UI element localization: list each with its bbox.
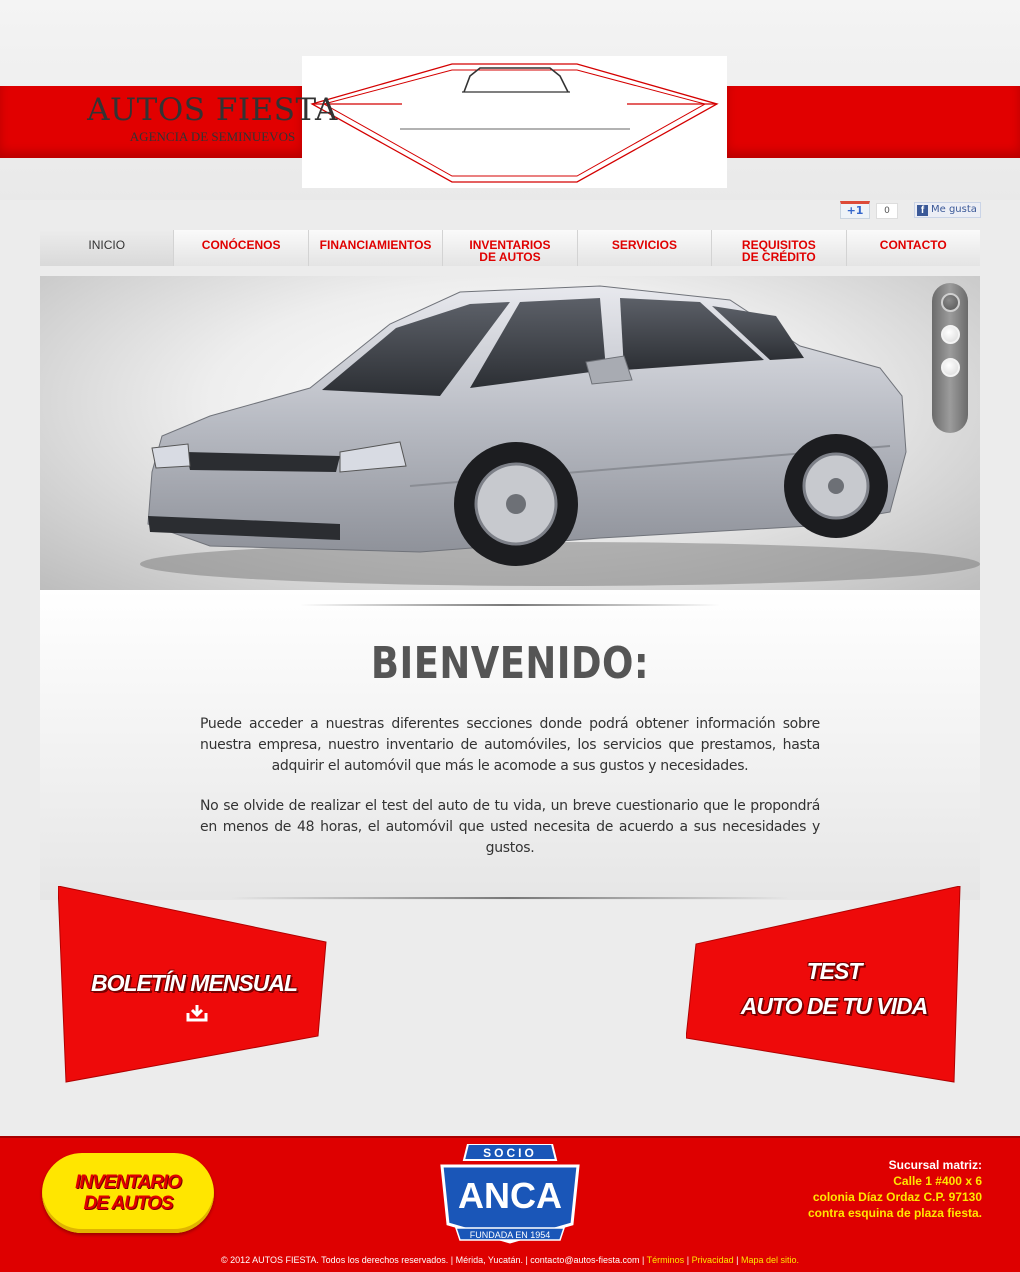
inventario-label-line1: INVENTARIO: [75, 1172, 182, 1193]
nav-item-inicio[interactable]: INICIO: [40, 230, 175, 266]
nav-item-label: INICIO: [88, 238, 126, 252]
slider-dot-3[interactable]: [941, 358, 960, 377]
boletin-mensual-button[interactable]: BOLETÍN MENSUAL: [58, 886, 330, 1084]
copyright-bar: © 2012 AUTOS FIESTA. Todos los derechos …: [221, 1255, 799, 1265]
address-block: Sucursal matriz: Calle 1 #400 x 6 coloni…: [808, 1157, 982, 1221]
inventario-de-autos-button[interactable]: INVENTARIO DE AUTOS: [42, 1153, 214, 1233]
header-red-band-right: [727, 86, 1020, 158]
link-terminos[interactable]: Términos: [647, 1255, 685, 1265]
address-line-2: colonia Díaz Ordaz C.P. 97130: [812, 1190, 982, 1204]
logo-subtitle: AGENCIA DE SEMINUEVOS: [129, 129, 296, 144]
nav-item-servicios[interactable]: SERVICIOS: [577, 230, 713, 266]
address-line-3: contra esquina de plaza fiesta.: [807, 1206, 982, 1220]
nav-item-label: CONÓCENOS: [201, 238, 281, 252]
car-image: [140, 285, 980, 586]
hero-slider: [40, 276, 980, 590]
slider-dot-2[interactable]: [941, 325, 960, 344]
welcome-paragraph-1: Puede acceder a nuestras diferentes secc…: [200, 716, 820, 774]
download-icon: [186, 1005, 208, 1022]
link-mapa-del-sitio[interactable]: Mapa del sitio.: [741, 1255, 799, 1265]
inventario-label-line2: DE AUTOS: [83, 1193, 173, 1214]
facebook-like-button[interactable]: f Me gusta: [914, 202, 981, 218]
facebook-icon: f: [917, 204, 928, 216]
address-label: Sucursal matriz:: [888, 1158, 982, 1172]
nav-item-label: FINANCIAMIENTOS: [319, 238, 432, 252]
test-auto-de-tu-vida-button[interactable]: TEST AUTO DE TU VIDA: [686, 886, 962, 1084]
nav-item-label-line2: DE AUTOS: [479, 250, 541, 264]
nav-item-financiamientos[interactable]: FINANCIAMIENTOS: [308, 230, 444, 266]
google-plus-button[interactable]: +1: [840, 201, 870, 219]
boletin-label: BOLETÍN MENSUAL: [90, 970, 298, 996]
address-line-1: Calle 1 #400 x 6: [893, 1174, 982, 1188]
anca-badge-icon: SOCIO ANCA FUNDADA EN 1954: [440, 1143, 580, 1244]
welcome-title: BIENVENIDO:: [370, 638, 650, 689]
link-privacidad[interactable]: Privacidad: [692, 1255, 734, 1265]
test-label-line2: AUTO DE TU VIDA: [740, 993, 928, 1019]
logo-title: AUTOS FIESTA: [87, 92, 338, 128]
nav-item-label-line2: DE CRÉDITO: [741, 250, 816, 264]
anca-top-text: SOCIO: [483, 1146, 537, 1160]
nav-item-label: SERVICIOS: [611, 238, 677, 252]
welcome-paragraph-2: No se olvide de realizar el test del aut…: [200, 798, 820, 856]
anca-main-text: ANCA: [458, 1175, 562, 1216]
anca-logo[interactable]: SOCIO ANCA FUNDADA EN 1954: [438, 1143, 582, 1244]
slider-dot-1[interactable]: [941, 293, 960, 312]
google-plus-count: 0: [876, 203, 898, 219]
anca-bottom-text: FUNDADA EN 1954: [470, 1230, 551, 1240]
nav-item-inventarios[interactable]: INVENTARIOS DE AUTOS: [443, 230, 578, 266]
nav-item-label: CONTACTO: [879, 238, 947, 252]
main-nav: INICIO CONÓCENOS FINANCIAMIENTOS INVENTA…: [40, 230, 980, 266]
test-label-line1: TEST: [806, 958, 863, 984]
slider-pagination: [932, 283, 968, 433]
copyright-text: © 2012 AUTOS FIESTA. Todos los derechos …: [221, 1255, 645, 1265]
nav-item-contacto[interactable]: CONTACTO: [846, 230, 980, 266]
nav-item-requisitos[interactable]: REQUISITOS DE CRÉDITO: [712, 230, 847, 266]
test-label: TEST AUTO DE TU VIDA: [696, 954, 972, 1024]
facebook-like-label: Me gusta: [931, 204, 977, 215]
inventario-label: INVENTARIO DE AUTOS: [42, 1153, 214, 1214]
nav-item-conocenos[interactable]: CONÓCENOS: [174, 230, 309, 266]
divider-top: [300, 604, 720, 606]
